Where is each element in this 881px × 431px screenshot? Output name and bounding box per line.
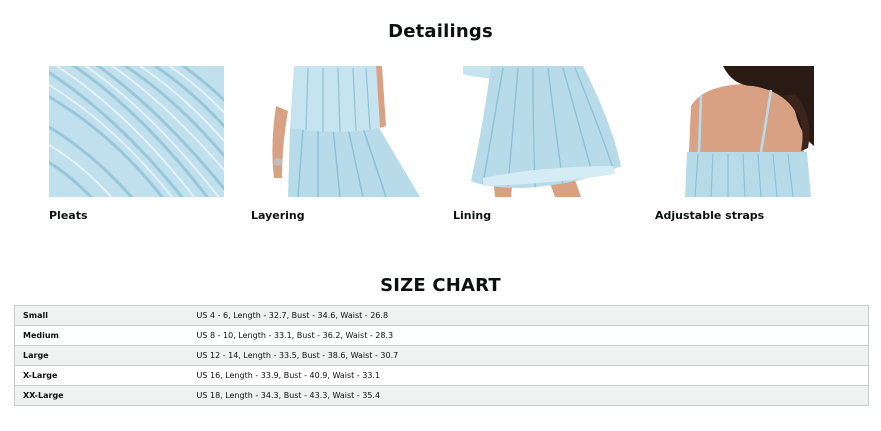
details-title: Detailings: [388, 21, 493, 42]
size-spec: US 18, Length - 34.3, Bust - 43.3, Waist…: [188, 385, 869, 406]
size-chart-table: Small US 4 - 6, Length - 32.7, Bust - 34…: [14, 305, 869, 406]
size-name: Medium: [14, 325, 189, 346]
layering-image: [268, 66, 420, 197]
pleats-image: [49, 66, 224, 197]
table-row: Medium US 8 - 10, Length - 33.1, Bust - …: [14, 325, 869, 346]
size-name: Small: [14, 305, 189, 326]
lining-image: [463, 66, 621, 197]
detail-label-layering: Layering: [251, 209, 305, 222]
detail-label-pleats: Pleats: [49, 209, 88, 222]
table-row: Large US 12 - 14, Length - 33.5, Bust - …: [14, 345, 869, 366]
size-name: X-Large: [14, 365, 189, 386]
size-name: XX-Large: [14, 385, 189, 406]
size-name: Large: [14, 345, 189, 366]
detail-label-lining: Lining: [453, 209, 492, 222]
size-spec: US 12 - 14, Length - 33.5, Bust - 38.6, …: [188, 345, 869, 366]
table-row: X-Large US 16, Length - 33.9, Bust - 40.…: [14, 365, 869, 386]
size-spec: US 16, Length - 33.9, Bust - 40.9, Waist…: [188, 365, 869, 386]
size-spec: US 8 - 10, Length - 33.1, Bust - 36.2, W…: [188, 325, 869, 346]
table-row: XX-Large US 18, Length - 34.3, Bust - 43…: [14, 385, 869, 406]
size-spec: US 4 - 6, Length - 32.7, Bust - 34.6, Wa…: [188, 305, 869, 326]
size-chart-title: SIZE CHART: [380, 275, 501, 296]
straps-image: [683, 66, 814, 197]
table-row: Small US 4 - 6, Length - 32.7, Bust - 34…: [14, 305, 869, 326]
detail-label-straps: Adjustable straps: [655, 209, 765, 222]
